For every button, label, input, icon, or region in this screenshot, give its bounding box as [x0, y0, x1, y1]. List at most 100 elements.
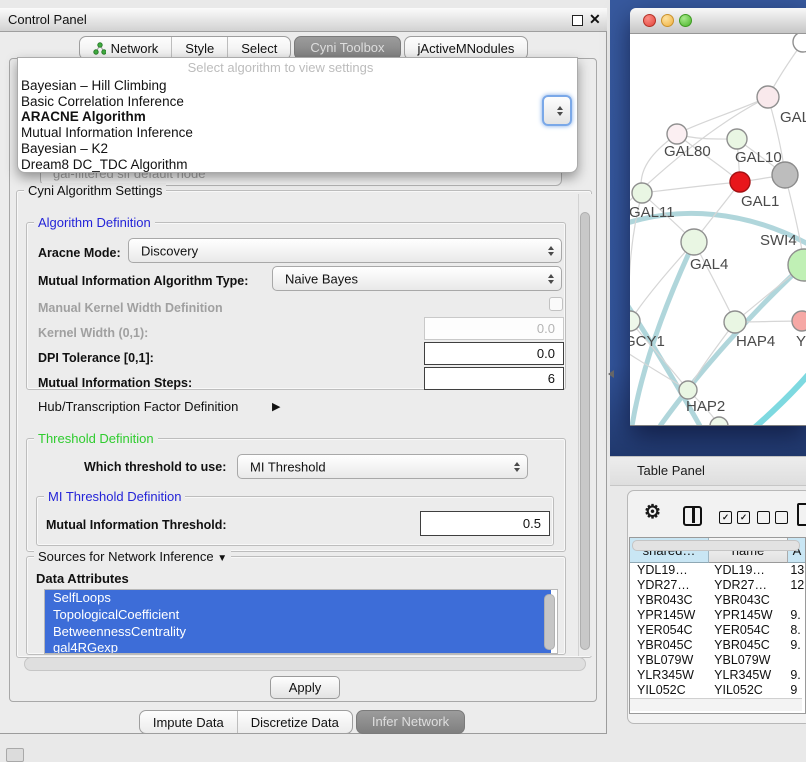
apply-button[interactable]: Apply — [270, 676, 340, 699]
network-node-gal4[interactable] — [681, 229, 707, 255]
close-icon[interactable]: ✕ — [589, 11, 601, 28]
table-frame: shared… name A YDL19…YDL19…13YDR27…YDR27… — [629, 537, 806, 714]
settings-group-title: Cyni Algorithm Settings — [24, 183, 166, 198]
bright-teal-edge — [752, 375, 806, 425]
collapsed-panel-icon[interactable] — [6, 748, 24, 762]
float-window-icon[interactable] — [572, 15, 583, 26]
settings-scrollbar-thumb[interactable] — [580, 212, 590, 650]
network-node-gal10[interactable] — [727, 129, 747, 149]
which-threshold-value: MI Threshold — [250, 459, 326, 474]
network-node-y-cut[interactable] — [792, 311, 806, 331]
tab-network-label: Network — [111, 38, 159, 59]
which-threshold-combo[interactable]: MI Threshold — [237, 454, 528, 479]
show-checked-columns-button[interactable]: ✓ ✓ — [719, 511, 750, 524]
table-cell: YBR045C — [630, 638, 710, 653]
which-threshold-label: Which threshold to use: — [84, 460, 226, 474]
new-table-icon[interactable] — [797, 503, 806, 526]
table-row[interactable]: YER054CYER054C8. — [630, 623, 806, 638]
table-row[interactable]: YBL079WYBL079W — [630, 653, 806, 668]
network-node-hap4[interactable] — [724, 311, 746, 333]
tab-style[interactable]: Style — [171, 37, 227, 59]
attribute-item-selected[interactable]: SelfLoops — [45, 590, 551, 607]
table-row[interactable]: YDR27…YDR27…12 — [630, 578, 806, 593]
attribute-item-selected[interactable]: BetweennessCentrality — [45, 624, 551, 641]
mi-threshold-label: Mutual Information Threshold: — [46, 518, 227, 532]
network-node-gcy1[interactable] — [630, 311, 640, 331]
table-cell: 9. — [787, 668, 806, 683]
horizontal-scrollbar[interactable] — [24, 657, 586, 671]
network-node-partial-top[interactable] — [793, 34, 806, 52]
dropdown-item[interactable]: Bayesian – K2 — [21, 141, 193, 157]
tab-select[interactable]: Select — [227, 37, 290, 59]
manual-kernel-checkbox[interactable] — [549, 297, 563, 311]
network-node-gray-node[interactable] — [772, 162, 798, 188]
screen: Control Panel ✕ Network Style Select Cyn… — [0, 0, 806, 762]
network-node-gal1[interactable] — [730, 172, 750, 192]
table-row[interactable]: YPR145WYPR145W9. — [630, 608, 806, 623]
table-cell: 9 — [787, 683, 806, 698]
mi-threshold-group-title: MI Threshold Definition — [44, 489, 185, 504]
focused-combo-stepper[interactable] — [542, 95, 572, 126]
zoom-traffic-light[interactable] — [679, 14, 692, 27]
network-canvas[interactable]: GALGAL80GAL10GAL1GAL11GAL4SWI4GCY1HAP4YH… — [630, 34, 806, 425]
dropdown-item[interactable]: Bayesian – Hill Climbing — [21, 78, 193, 94]
table-hscrollbar-thumb[interactable] — [632, 540, 800, 551]
stepper-icon — [557, 106, 563, 116]
stepper-icon — [514, 462, 520, 472]
panel-resize-handle[interactable] — [608, 370, 614, 378]
manual-kernel-label: Manual Kernel Width Definition — [38, 301, 223, 315]
table-row[interactable]: YLR345WYLR345W9. — [630, 668, 806, 683]
table-cell: YBR045C — [710, 638, 787, 653]
network-node-hap2[interactable] — [679, 381, 697, 399]
hide-columns-button[interactable] — [757, 511, 788, 524]
attributes-scrollbar-thumb[interactable] — [544, 594, 555, 650]
attribute-item-selected[interactable]: gal4RGexp — [45, 640, 551, 654]
mi-steps-input[interactable]: 6 — [424, 367, 564, 390]
network-node-label: GCY1 — [630, 333, 665, 350]
dpi-tolerance-value: 0.0 — [537, 346, 555, 361]
table-cell: YDR27… — [710, 578, 787, 593]
table-cell: YIL052C — [710, 683, 787, 698]
table-row[interactable]: YDL19…YDL19…13 — [630, 563, 806, 578]
table-row[interactable]: YBR043CYBR043C — [630, 593, 806, 608]
gear-icon[interactable]: ⚙ — [644, 501, 661, 524]
dpi-tolerance-input[interactable]: 0.0 — [424, 342, 564, 365]
table-cell: YLR345W — [630, 668, 710, 683]
network-node-label: HAP2 — [686, 398, 725, 415]
dropdown-item-selected[interactable]: ARACNE Algorithm — [21, 109, 193, 125]
tab-network[interactable]: Network — [80, 37, 172, 59]
network-node-gal-cut[interactable] — [757, 86, 779, 108]
table-hscrollbar[interactable] — [630, 698, 802, 711]
aracne-mode-combo[interactable]: Discovery — [128, 238, 562, 263]
table-cell: YER054C — [710, 623, 787, 638]
table-cell — [787, 593, 806, 608]
network-node-partial-bottom[interactable] — [710, 417, 728, 425]
algorithm-dropdown-placeholder: Select algorithm to view settings — [0, 60, 561, 75]
minimize-traffic-light[interactable] — [661, 14, 674, 27]
sources-group-title[interactable]: Sources for Network Inference ▼ — [34, 549, 231, 564]
network-node-gal80[interactable] — [667, 124, 687, 144]
network-node-label: GAL4 — [690, 256, 728, 273]
attribute-item-selected[interactable]: TopologicalCoefficient — [45, 607, 551, 624]
tab-impute-data[interactable]: Impute Data — [140, 711, 237, 733]
mi-type-combo[interactable]: Naive Bayes — [272, 266, 562, 291]
table-row[interactable]: YIL052CYIL052C9 — [630, 683, 806, 698]
dropdown-item[interactable]: Basic Correlation Inference — [21, 94, 193, 110]
table-row[interactable]: YBR045CYBR045C9. — [630, 638, 806, 653]
unchecked-box-icon — [775, 511, 788, 524]
kernel-width-input[interactable]: 0.0 — [424, 317, 564, 340]
dropdown-item[interactable]: Dream8 DC_TDC Algorithm — [21, 157, 193, 173]
column-layout-icon[interactable] — [683, 506, 702, 526]
hub-definition-expander-label[interactable]: Hub/Transcription Factor Definition — [38, 399, 238, 414]
tab-discretize-data[interactable]: Discretize Data — [237, 711, 352, 733]
table-cell: YDL19… — [630, 563, 710, 578]
tab-jactivemnodules[interactable]: jActiveMNodules — [405, 37, 528, 59]
kernel-width-label: Kernel Width (0,1): — [38, 326, 148, 340]
mi-threshold-input[interactable]: 0.5 — [420, 511, 550, 536]
expand-right-icon[interactable]: ▶ — [272, 400, 280, 413]
table-cell: YDR27… — [630, 578, 710, 593]
tab-infer-network[interactable]: Infer Network — [356, 710, 465, 734]
dropdown-item[interactable]: Mutual Information Inference — [21, 125, 193, 141]
network-node-gal11[interactable] — [632, 183, 652, 203]
close-traffic-light[interactable] — [643, 14, 656, 27]
